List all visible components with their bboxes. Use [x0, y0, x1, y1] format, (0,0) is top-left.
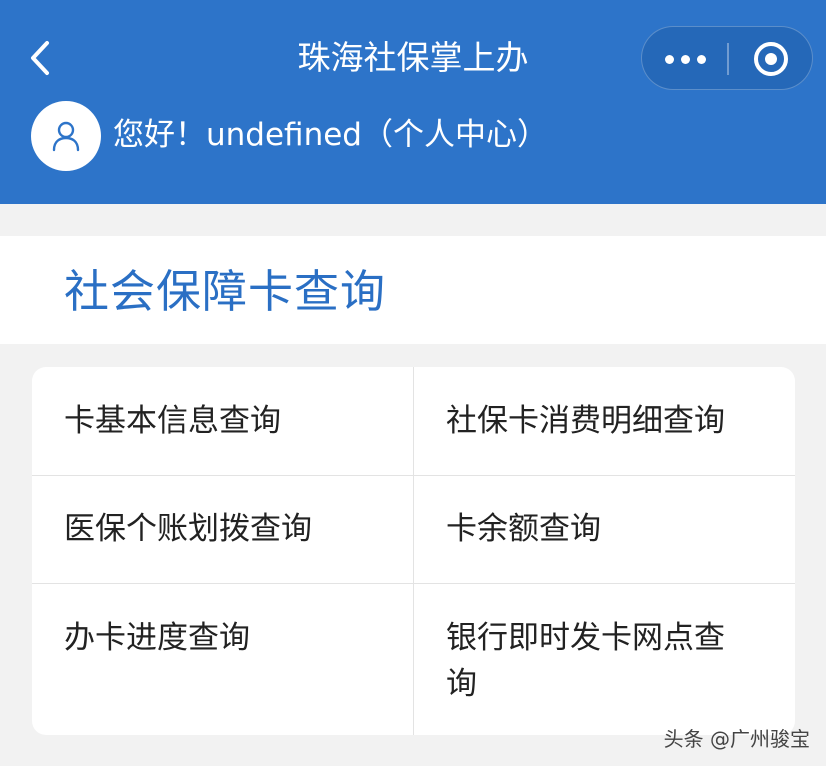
menu-item-card-balance[interactable]: 卡余额查询 — [446, 506, 776, 552]
grid-divider-horizontal — [32, 475, 795, 476]
query-menu-grid: 卡基本信息查询 社保卡消费明细查询 医保个账划拨查询 卡余额查询 办卡进度查询 … — [32, 367, 795, 735]
close-button[interactable] — [728, 27, 814, 91]
section-title: 社会保障卡查询 — [64, 265, 387, 318]
mini-program-capsule — [641, 26, 813, 90]
more-button[interactable] — [642, 27, 728, 91]
user-greeting-link[interactable]: 您好！undefined（个人中心） — [113, 114, 548, 156]
header-bar: 珠海社保掌上办 您好！undefined（个人中心） — [0, 0, 826, 204]
grid-divider-vertical — [413, 367, 414, 735]
menu-item-medical-account-transfer[interactable]: 医保个账划拨查询 — [64, 506, 394, 552]
more-dots-icon — [664, 54, 674, 64]
section-header: 社会保障卡查询 — [0, 236, 826, 344]
menu-item-bank-issuing-outlets[interactable]: 银行即时发卡网点查询 — [446, 615, 746, 707]
menu-item-card-basic-info[interactable]: 卡基本信息查询 — [64, 398, 394, 444]
user-icon — [52, 121, 80, 152]
avatar[interactable] — [31, 101, 101, 171]
grid-divider-horizontal — [32, 583, 795, 584]
watermark: 头条 @广州骏宝 — [663, 727, 810, 751]
target-circle-icon — [754, 42, 788, 76]
menu-item-card-consumption-detail[interactable]: 社保卡消费明细查询 — [446, 398, 776, 444]
menu-item-card-progress[interactable]: 办卡进度查询 — [64, 615, 394, 661]
